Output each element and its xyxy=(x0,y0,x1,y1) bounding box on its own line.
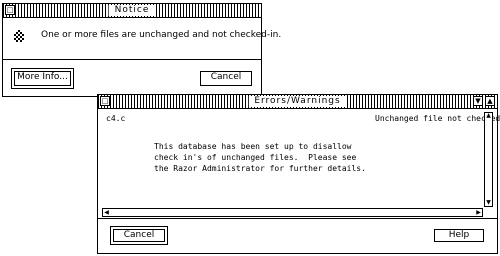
file-name: c4.c xyxy=(106,114,126,123)
notice-titlebar[interactable]: □ Notice xyxy=(3,4,261,18)
notice-title: Notice xyxy=(108,5,156,16)
errors-divider xyxy=(98,218,497,219)
more-info-button[interactable]: More Info... xyxy=(11,68,74,89)
errors-window: □ Errors/Warnings ▼ ▲ c4.c Unchanged fil… xyxy=(97,94,500,254)
errors-titlebar[interactable]: □ Errors/Warnings ▼ ▲ xyxy=(98,95,497,109)
notice-message: One or more files are unchanged and not … xyxy=(41,30,282,40)
notice-divider xyxy=(3,59,261,60)
notice-cancel-button[interactable]: Cancel xyxy=(200,71,252,86)
horizontal-scrollbar[interactable]: ◀ ▶ xyxy=(102,208,483,217)
scroll-down-arrow-icon[interactable]: ▼ xyxy=(485,200,492,206)
help-button[interactable]: Help xyxy=(434,229,484,242)
scroll-up-arrow-icon[interactable]: ▲ xyxy=(485,113,492,119)
scroll-right-arrow-icon[interactable]: ▶ xyxy=(475,210,482,216)
maximize-icon[interactable]: ▲ xyxy=(485,96,495,106)
errors-text-area[interactable]: c4.c Unchanged file not checked in. This… xyxy=(102,112,500,207)
minimize-icon[interactable]: ▼ xyxy=(473,96,483,106)
window-menu-icon[interactable]: □ xyxy=(5,5,15,15)
errors-title: Errors/Warnings xyxy=(248,96,347,107)
scroll-left-arrow-icon[interactable]: ◀ xyxy=(103,210,110,216)
window-menu-icon[interactable]: □ xyxy=(100,96,110,106)
vertical-scrollbar[interactable]: ▲ ▼ xyxy=(484,112,493,207)
errors-cancel-button[interactable]: Cancel xyxy=(110,226,168,245)
status-message: Unchanged file not checked in. xyxy=(375,114,500,123)
detail-line-3: the Razor Administrator for further deta… xyxy=(154,164,366,173)
notice-dialog: □ Notice One or more files are unchanged… xyxy=(2,3,281,97)
warning-icon xyxy=(12,29,26,43)
detail-line-2: check in's of unchanged files. Please se… xyxy=(154,153,357,162)
detail-line-1: This database has been set up to disallo… xyxy=(154,142,352,151)
